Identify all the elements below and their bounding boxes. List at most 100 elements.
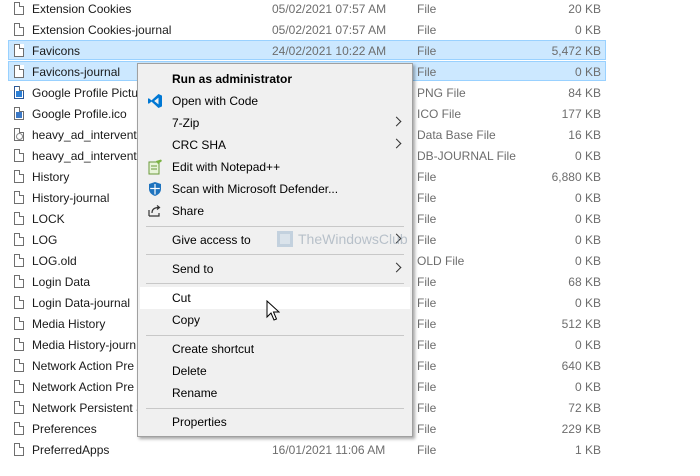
file-size: 0 KB [574, 65, 601, 79]
file-size: 640 KB [561, 359, 601, 373]
menu-item-give-access-to[interactable]: Give access to [140, 229, 410, 251]
png-file-icon [14, 86, 24, 99]
menu-item-rename[interactable]: Rename [140, 382, 410, 404]
file-size: 84 KB [568, 86, 601, 100]
file-row[interactable]: Extension Cookies 05/02/2021 07:57 AM File… [8, 0, 606, 18]
file-size: 0 KB [574, 212, 601, 226]
file-type: File [417, 317, 437, 331]
menu-item-edit-with-notepad[interactable]: Edit with Notepad++ [140, 156, 410, 178]
chevron-right-icon [391, 138, 402, 149]
menu-item-label: Copy [172, 313, 201, 327]
file-date-modified: 16/01/2021 11:06 AM [272, 443, 386, 457]
file-type: PNG File [417, 86, 466, 100]
file-type: File [417, 422, 437, 436]
file-size: 72 KB [568, 401, 601, 415]
menu-item-delete[interactable]: Delete [140, 360, 410, 382]
file-size: 0 KB [574, 296, 601, 310]
menu-separator [146, 335, 404, 336]
file-size: 0 KB [574, 191, 601, 205]
file-size: 0 KB [574, 149, 601, 163]
defender-shield-icon [149, 182, 161, 196]
menu-item-label: Delete [172, 364, 207, 378]
file-type: File [417, 338, 437, 352]
notepad-plus-plus-icon [148, 159, 162, 175]
file-size: 0 KB [574, 23, 601, 37]
file-icon [14, 380, 24, 393]
chevron-right-icon [391, 233, 402, 244]
file-type: File [417, 191, 437, 205]
file-name: History [32, 170, 70, 184]
file-size: 68 KB [568, 275, 601, 289]
file-row[interactable]: PreferredApps 16/01/2021 11:06 AM File 1 KB [8, 439, 606, 459]
file-type: File [417, 296, 437, 310]
menu-item-label: Edit with Notepad++ [172, 160, 281, 174]
vscode-icon [148, 94, 162, 108]
file-name: Media History [32, 317, 106, 331]
file-name: LOCK [32, 212, 65, 226]
file-type: File [417, 44, 437, 58]
file-size: 6,880 KB [551, 170, 601, 184]
file-row[interactable]: Favicons 24/02/2021 10:22 AM File 5,472 KB [8, 40, 606, 60]
file-size: 229 KB [561, 422, 601, 436]
file-type: File [417, 212, 437, 226]
file-type: ICO File [417, 107, 462, 121]
menu-item-label: CRC SHA [172, 138, 227, 152]
file-name: Login Data-journal [32, 296, 131, 310]
file-icon [14, 275, 24, 288]
file-type: File [417, 23, 437, 37]
file-type: DB-JOURNAL File [417, 149, 516, 163]
file-row[interactable]: Extension Cookies-journal 05/02/2021 07:5… [8, 19, 606, 39]
menu-item-label: Send to [172, 262, 214, 276]
file-icon [14, 401, 24, 414]
menu-item-label: Rename [172, 386, 218, 400]
file-name: LOG.old [32, 254, 77, 268]
file-icon [14, 149, 24, 162]
menu-item-label: Cut [172, 291, 191, 305]
file-name: Network Action Pre [32, 380, 135, 394]
menu-item-send-to[interactable]: Send to [140, 258, 410, 280]
menu-item-scan-with-defender[interactable]: Scan with Microsoft Defender... [140, 178, 410, 200]
file-size: 5,472 KB [551, 44, 601, 58]
menu-separator [146, 254, 404, 255]
menu-item-label: Scan with Microsoft Defender... [172, 182, 339, 196]
file-icon [14, 212, 24, 225]
file-type: File [417, 401, 437, 415]
file-name: Network Action Pre [32, 359, 135, 373]
menu-item-share[interactable]: Share [140, 200, 410, 222]
file-size: 1 KB [574, 443, 601, 457]
file-date-modified: 24/02/2021 10:22 AM [272, 44, 387, 58]
file-size: 0 KB [574, 254, 601, 268]
file-type: File [417, 2, 437, 16]
file-size: 0 KB [574, 380, 601, 394]
menu-item-7-zip[interactable]: 7-Zip [140, 112, 410, 134]
mouse-pointer-icon [266, 300, 280, 321]
file-name: Extension Cookies-journal [32, 23, 172, 37]
file-name: Favicons-journal [32, 65, 121, 79]
menu-item-run-as-administrator[interactable]: Run as administrator [140, 68, 410, 90]
file-icon [14, 2, 24, 15]
file-name: Favicons [32, 44, 81, 58]
file-name: Google Profile Pictu [32, 86, 139, 100]
menu-item-create-shortcut[interactable]: Create shortcut [140, 338, 410, 360]
file-date-modified: 05/02/2021 07:57 AM [272, 23, 387, 37]
database-file-icon [14, 128, 24, 141]
file-icon [14, 359, 24, 372]
file-size: 0 KB [574, 233, 601, 247]
menu-item-label: Run as administrator [172, 72, 293, 86]
file-type: File [417, 275, 437, 289]
menu-item-properties[interactable]: Properties [140, 411, 410, 433]
file-icon [14, 254, 24, 267]
file-type: File [417, 359, 437, 373]
menu-item-crc-sha[interactable]: CRC SHA [140, 134, 410, 156]
file-size: 0 KB [574, 338, 601, 352]
file-type: Data Base File [417, 128, 496, 142]
menu-item-label: Share [172, 204, 205, 218]
share-icon [148, 205, 161, 217]
file-icon [14, 233, 24, 246]
file-name: heavy_ad_interventi [32, 149, 140, 163]
menu-separator [146, 226, 404, 227]
menu-item-label: Properties [172, 415, 227, 429]
file-size: 177 KB [561, 107, 601, 121]
menu-item-open-with-code[interactable]: Open with Code [140, 90, 410, 112]
file-name: Login Data [32, 275, 91, 289]
